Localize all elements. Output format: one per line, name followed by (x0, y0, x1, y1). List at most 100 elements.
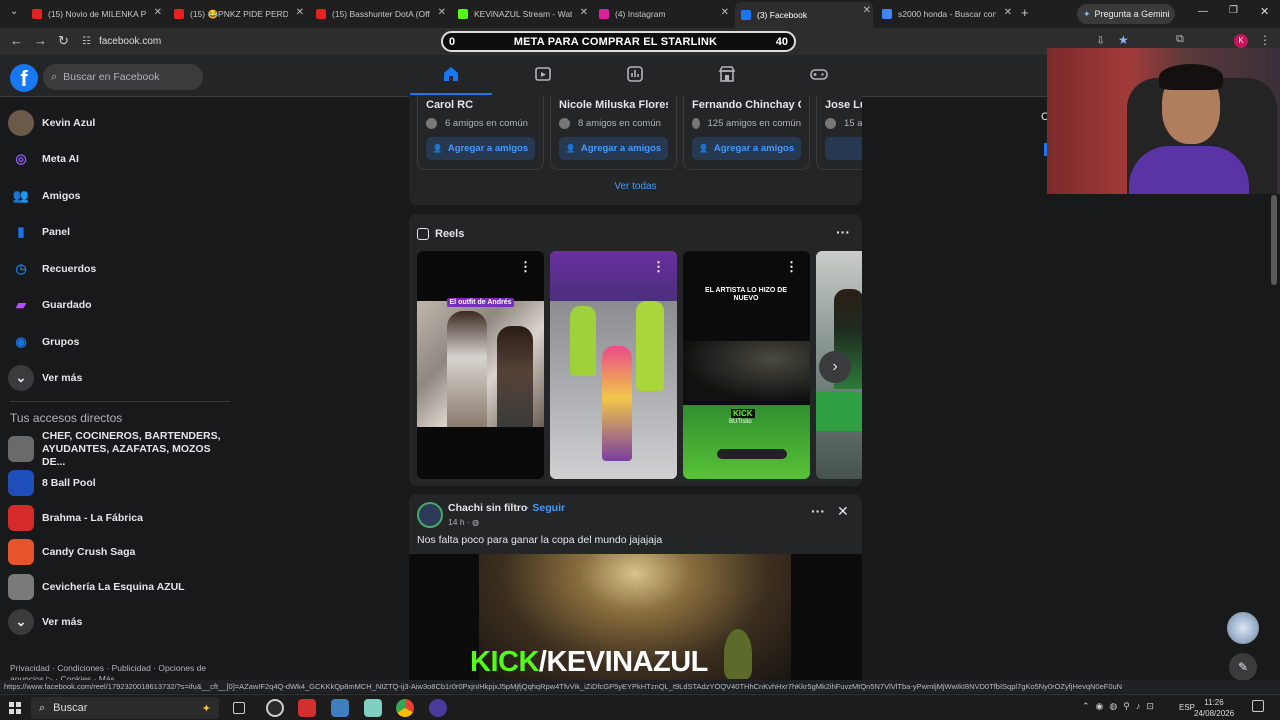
reel-more-icon[interactable]: ⋮ (785, 259, 798, 275)
chrome-taskbar-icon[interactable] (396, 699, 414, 717)
taskbar-search-input[interactable]: ⌕ Buscar ✦ (31, 697, 219, 719)
sidebar-item[interactable]: ⌄ Ver más (8, 362, 82, 394)
browser-tab[interactable]: (15) 😂PNKZ PIDE PERDON ✕ (168, 4, 306, 24)
reel-1[interactable]: El outfit de Andrés ⋮ (417, 251, 544, 479)
new-message-button[interactable]: ✎ (1229, 653, 1257, 681)
close-window-button[interactable]: ✕ (1260, 5, 1269, 18)
forward-icon[interactable]: → (34, 33, 47, 48)
add-friend-button[interactable]: 👤 Agregar a amigos (692, 137, 801, 160)
sidebar-item[interactable]: 👥 Amigos (8, 180, 81, 212)
facebook-logo[interactable]: f (10, 64, 38, 92)
facebook-search-input[interactable]: ⌕ Buscar en Facebook (43, 64, 203, 90)
reel-2[interactable]: ⋮ (550, 251, 677, 479)
feeds-icon[interactable] (624, 65, 646, 87)
reload-icon[interactable]: ↻ (58, 33, 69, 49)
home-icon[interactable] (440, 65, 462, 87)
friend-suggestion[interactable]: Carol RC 6 amigos en común 👤 Agregar a amig… (417, 95, 544, 170)
reels-next-button[interactable]: › (819, 351, 851, 383)
browser-tab[interactable]: (4) Instagram ✕ (593, 4, 731, 24)
friend-name[interactable]: Nicole Miluska Flores (559, 99, 668, 111)
scrollbar-track[interactable] (1271, 195, 1277, 285)
url-field[interactable]: ☷ facebook.com (82, 32, 432, 51)
sidebar-item[interactable]: Kevin Azul (8, 107, 95, 139)
tab-search-icon[interactable]: ⌄ (10, 6, 18, 17)
sidebar-item-label: Recuerdos (42, 263, 97, 275)
browser-tab[interactable]: s2000 honda - Buscar con ✕ (876, 4, 1014, 24)
extension-icon[interactable]: ⧉ (1176, 33, 1184, 46)
taskbar-app-icon[interactable] (266, 699, 284, 717)
marketplace-icon[interactable] (716, 65, 738, 87)
post-timestamp[interactable]: 14 h · ◍ (448, 517, 479, 527)
taskbar-app-icon[interactable] (429, 699, 447, 717)
taskbar-app-icon[interactable] (364, 699, 382, 717)
add-friend-button[interactable]: 👤 Agregar a amigos (426, 137, 535, 160)
tab-close-icon[interactable]: ✕ (1004, 7, 1012, 18)
post-author-avatar[interactable] (417, 502, 443, 528)
browser-tab[interactable]: (15) Basshunter DotA (Offi ✕ (310, 4, 448, 24)
shortcut-item[interactable]: Candy Crush Saga (8, 536, 228, 568)
taskbar-app-icon[interactable] (298, 699, 316, 717)
browser-tab[interactable]: KEViNAZUL Stream - Watc ✕ (452, 4, 590, 24)
tab-close-icon[interactable]: ✕ (863, 5, 871, 16)
groups-icon: ◉ (15, 334, 27, 349)
friend-suggestion[interactable]: Fernando Chinchay Castillo 125 amigos en … (683, 95, 810, 170)
tab-close-icon[interactable]: ✕ (154, 7, 162, 18)
sidebar-item[interactable]: ◉ Grupos (8, 326, 79, 358)
shortcut-item[interactable]: ⌄ Ver más (8, 606, 228, 638)
tab-title: (4) Instagram (615, 9, 666, 19)
add-friend-button[interactable]: 👤 Agregar a amigos (559, 137, 668, 160)
friend-name[interactable]: Jose Lu (825, 99, 862, 111)
sidebar-item[interactable]: ▮ Panel (8, 216, 70, 248)
video-icon[interactable] (532, 65, 554, 87)
tab-close-icon[interactable]: ✕ (438, 7, 446, 18)
post-close-icon[interactable]: ✕ (837, 503, 849, 520)
language-indicator[interactable]: ESP (1179, 703, 1195, 712)
tab-close-icon[interactable]: ✕ (721, 7, 729, 18)
taskbar-app-icon[interactable] (331, 699, 349, 717)
shortcut-icon (8, 505, 34, 531)
gaming-icon[interactable] (808, 65, 830, 87)
taskbar-clock[interactable]: 11:26 24/08/2026 (1194, 697, 1234, 719)
install-icon[interactable]: ⇩ (1096, 34, 1105, 47)
follow-button[interactable]: · Seguir (526, 502, 565, 514)
shortcut-item[interactable]: CHEF, COCINEROS, BARTENDERS, AYUDANTES, … (8, 430, 228, 468)
site-info-icon[interactable]: ☷ (82, 36, 91, 47)
see-all-link[interactable]: Ver todas (409, 181, 862, 192)
tab-close-icon[interactable]: ✕ (580, 7, 588, 18)
gemini-icon: ✦ (1083, 8, 1091, 19)
friend-suggestion[interactable]: Nicole Miluska Flores 8 amigos en común 👤 A… (550, 95, 677, 170)
friend-name[interactable]: Carol RC (426, 99, 535, 111)
minimize-button[interactable]: — (1198, 6, 1208, 17)
reel-3[interactable]: EL ARTISTA LO HIZO DE NUEVO KICK BUTlsit… (683, 251, 810, 479)
post-more-icon[interactable]: ··· (811, 503, 825, 519)
windows-start-icon[interactable] (9, 702, 21, 714)
shortcut-item[interactable]: 8 Ball Pool (8, 467, 228, 499)
shortcut-item[interactable]: Cevichería La Esquina AZUL (8, 571, 228, 603)
restore-button[interactable]: ❐ (1229, 5, 1238, 16)
add-friend-icon: 👤 (698, 144, 709, 153)
sidebar-item[interactable]: ▰ Guardado (8, 289, 92, 321)
add-friend-button[interactable]: 👤Agr (825, 137, 862, 160)
reel-more-icon[interactable]: ⋮ (519, 259, 532, 275)
menu-icon[interactable]: ⋮ (1259, 33, 1271, 47)
browser-tab[interactable]: (15) Novio de MILENKA PA ✕ (26, 4, 164, 24)
reels-more-icon[interactable]: ··· (836, 224, 850, 240)
bookmark-star-icon[interactable]: ★ (1118, 33, 1129, 47)
profile-avatar[interactable]: K (1234, 34, 1248, 48)
contacts-avatar-button[interactable] (1227, 612, 1259, 644)
shortcut-item[interactable]: Brahma - La Fábrica (8, 502, 228, 534)
friend-name[interactable]: Fernando Chinchay Castillo (692, 99, 801, 111)
tab-close-icon[interactable]: ✕ (296, 7, 304, 18)
task-view-icon[interactable] (233, 702, 245, 714)
reel-more-icon[interactable]: ⋮ (652, 259, 665, 275)
sidebar-item[interactable]: ◎ Meta AI (8, 143, 79, 175)
sidebar-item[interactable]: ◷ Recuerdos (8, 253, 96, 285)
notification-icon[interactable] (1252, 700, 1264, 712)
post-author-name[interactable]: Chachi sin filtro (448, 502, 527, 514)
tray-icons[interactable]: ⌃◉◍⚲♪⊡ (1082, 701, 1160, 712)
gemini-button[interactable]: ✦ Pregunta a Gemini (1077, 4, 1175, 24)
back-icon[interactable]: ← (10, 33, 23, 48)
browser-tab[interactable]: (3) Facebook ✕ (735, 2, 873, 28)
friend-suggestion[interactable]: Jose Lu 15 am 👤Agr (816, 95, 862, 170)
new-tab-button[interactable]: + (1021, 5, 1029, 20)
